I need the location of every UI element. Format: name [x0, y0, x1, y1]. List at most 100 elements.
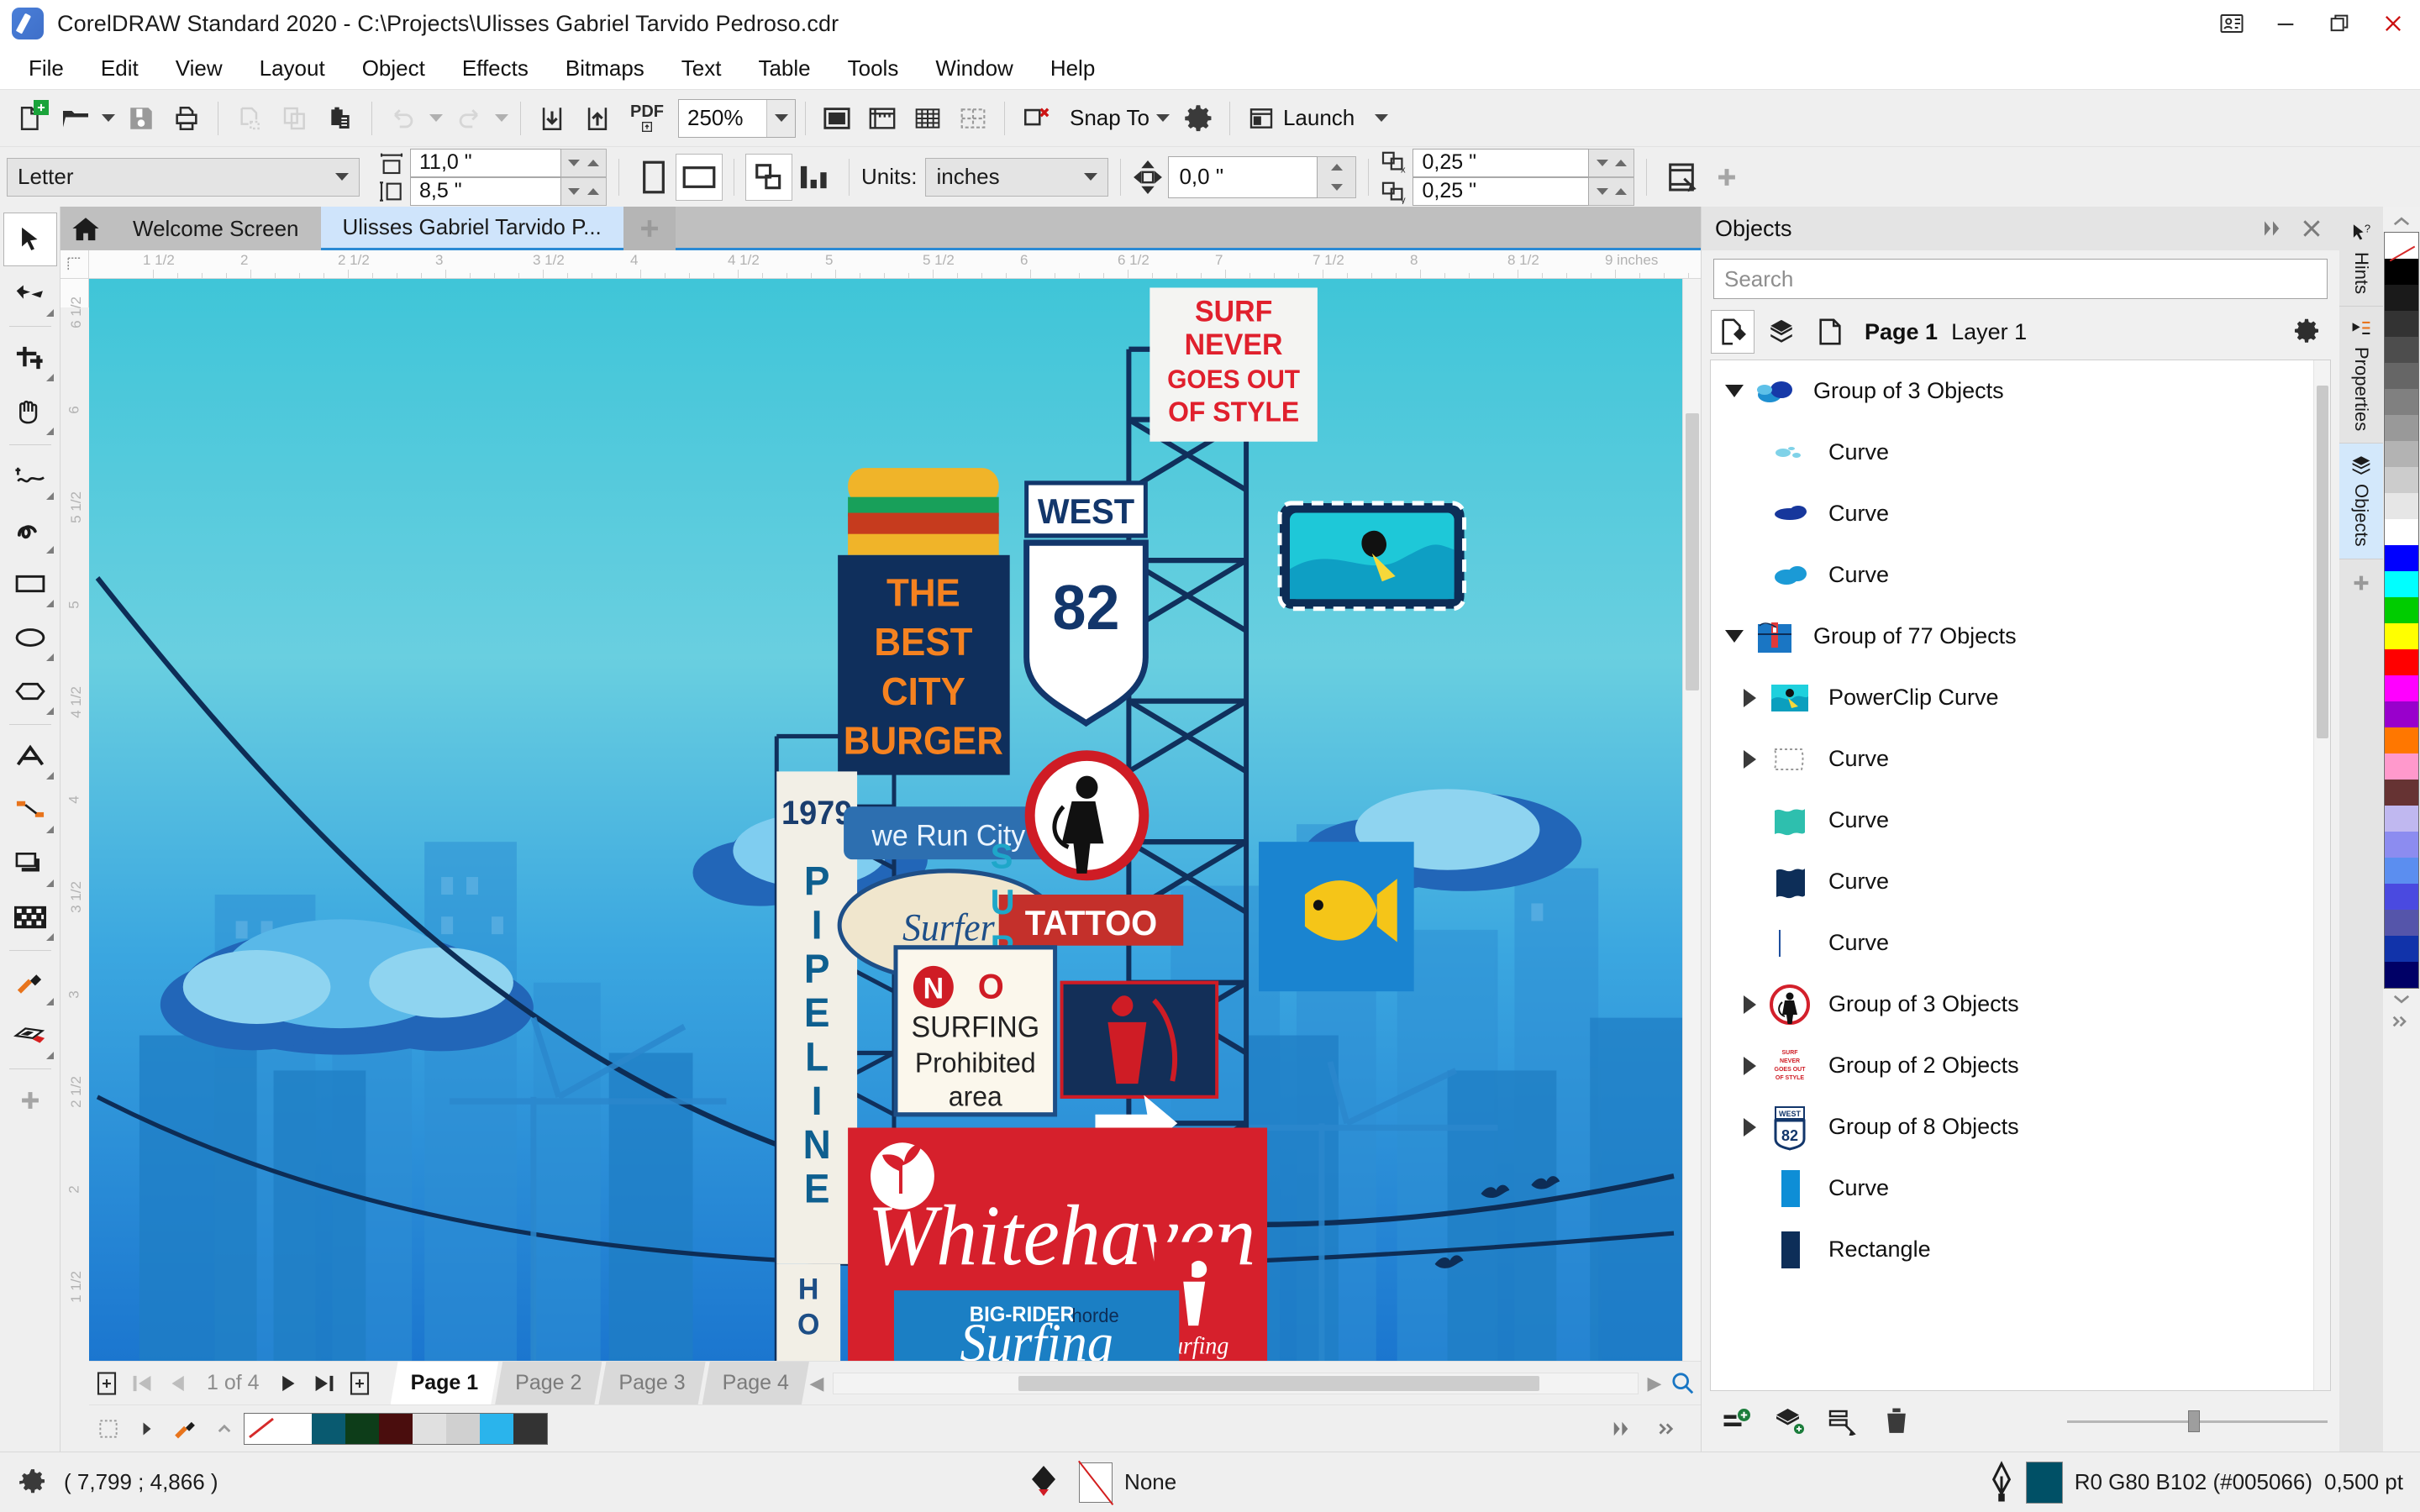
palette-expand-icon[interactable] — [1645, 1410, 1684, 1448]
page-tab-4[interactable]: Page 4 — [702, 1362, 809, 1404]
palette-swatch[interactable] — [2385, 780, 2418, 806]
object-list-item[interactable]: Curve — [1711, 544, 2330, 606]
page-tab-3[interactable]: Page 3 — [598, 1362, 705, 1404]
new-layer-button[interactable] — [1713, 1399, 1757, 1443]
palette-swatch[interactable] — [2385, 884, 2418, 910]
crop-tool[interactable] — [4, 332, 56, 384]
palette-more-right-icon[interactable] — [1602, 1410, 1640, 1448]
palette-swatch[interactable] — [2385, 233, 2418, 259]
palette-swatch[interactable] — [2385, 832, 2418, 858]
palette-scroll-down-icon[interactable] — [2392, 989, 2411, 1011]
show-rulers-icon[interactable] — [860, 97, 904, 140]
artwork-canvas[interactable]: SURF NEVER GOES OUT OF STYLE WEST 82 THE… — [89, 279, 1682, 1361]
snap-to-button[interactable]: Snap To — [1060, 97, 1175, 140]
add-page-button[interactable] — [89, 1362, 124, 1404]
palette-swatch[interactable] — [2385, 806, 2418, 832]
rectangle-tool[interactable] — [4, 558, 56, 610]
show-pages-button[interactable] — [1809, 311, 1851, 353]
page-tab-2[interactable]: Page 2 — [495, 1362, 602, 1404]
palette-swatch[interactable] — [345, 1413, 379, 1444]
last-page-button[interactable] — [307, 1362, 342, 1404]
color-eyedropper-tool[interactable] — [4, 956, 56, 1008]
duplicate-y-input[interactable]: 0,25 " — [1413, 176, 1590, 206]
palette-swatch[interactable] — [2385, 545, 2418, 571]
palette-options-icon[interactable] — [89, 1410, 128, 1448]
object-list-item[interactable]: PowerClip Curve — [1711, 667, 2330, 728]
docker-collapse-icon[interactable] — [2255, 211, 2291, 246]
menu-bitmaps[interactable]: Bitmaps — [547, 50, 663, 87]
outline-pen-icon[interactable] — [1989, 1460, 2014, 1504]
object-list-scrollbar[interactable] — [2313, 360, 2330, 1390]
palette-swatch[interactable] — [245, 1413, 278, 1444]
welcome-home-icon[interactable] — [60, 207, 111, 250]
palette-swatch[interactable] — [513, 1413, 547, 1444]
palette-swatch[interactable] — [2385, 623, 2418, 649]
canvas-viewport[interactable]: SURF NEVER GOES OUT OF STYLE WEST 82 THE… — [89, 279, 1701, 1361]
expander-down-icon[interactable] — [1718, 375, 1751, 408]
palette-swatch[interactable] — [278, 1413, 312, 1444]
palette-collapse-icon[interactable] — [205, 1410, 244, 1448]
cut-icon[interactable] — [228, 97, 271, 140]
object-list-item[interactable]: WEST 82 Group of 8 Objects — [1711, 1096, 2330, 1158]
menu-tools[interactable]: Tools — [829, 50, 918, 87]
menu-object[interactable]: Object — [344, 50, 444, 87]
duplicate-x-input[interactable]: 0,25 " — [1413, 148, 1590, 177]
ellipse-tool[interactable] — [4, 612, 56, 664]
palette-swatch[interactable] — [446, 1413, 480, 1444]
clear-transformations-icon[interactable] — [1014, 97, 1058, 140]
palette-swatch[interactable] — [379, 1413, 413, 1444]
menu-text[interactable]: Text — [663, 50, 740, 87]
pan-tool[interactable] — [4, 386, 56, 438]
palette-swatch[interactable] — [2385, 493, 2418, 519]
menu-view[interactable]: View — [157, 50, 241, 87]
edit-page-button[interactable] — [1659, 155, 1704, 200]
page-width-spinner[interactable] — [561, 148, 607, 177]
expander-right-icon[interactable] — [1733, 1049, 1766, 1083]
open-document-icon[interactable] — [54, 97, 97, 140]
palette-swatch[interactable] — [312, 1413, 345, 1444]
current-page-button[interactable] — [792, 155, 837, 200]
copy-icon[interactable] — [273, 97, 317, 140]
palette-swatch[interactable] — [2385, 285, 2418, 311]
menu-file[interactable]: File — [10, 50, 82, 87]
palette-swatch[interactable] — [2385, 389, 2418, 415]
zoom-level-combo[interactable] — [678, 98, 796, 138]
canvas-horizontal-scrollbar[interactable] — [832, 1372, 1639, 1394]
fill-color-icon[interactable] — [1030, 1461, 1067, 1504]
layer-opacity-slider[interactable] — [2067, 1410, 2328, 1433]
page-tab-1[interactable]: Page 1 — [391, 1362, 499, 1404]
outline-color-swatch[interactable] — [2025, 1461, 2063, 1504]
add-page-end-button[interactable] — [342, 1362, 377, 1404]
fill-none-swatch[interactable] — [1079, 1462, 1113, 1503]
palette-expand-right-icon[interactable] — [2391, 1011, 2412, 1032]
palette-scroll-up-icon[interactable] — [2392, 210, 2411, 232]
expander-down-icon[interactable] — [1718, 620, 1751, 654]
units-select[interactable]: inches — [925, 157, 1109, 197]
expander-right-icon[interactable] — [1733, 681, 1766, 715]
show-object-properties-button[interactable] — [1711, 310, 1754, 354]
all-pages-button[interactable] — [745, 153, 792, 201]
object-list[interactable]: Group of 3 Objects Curve Curve Curve Group o… — [1710, 360, 2331, 1391]
expander-right-icon[interactable] — [1733, 743, 1766, 776]
object-list-item[interactable]: Curve — [1711, 790, 2330, 851]
palette-swatch[interactable] — [2385, 701, 2418, 727]
nudge-distance-input[interactable]: 0,0 " — [1168, 155, 1318, 198]
zoom-level-dropdown[interactable] — [766, 99, 795, 137]
duplicate-x-spinner[interactable] — [1589, 148, 1635, 177]
palette-scroll-right-icon[interactable] — [128, 1410, 166, 1448]
landscape-orientation-button[interactable] — [676, 153, 723, 201]
undo-dropdown[interactable] — [427, 97, 445, 140]
palette-swatch[interactable] — [2385, 649, 2418, 675]
launch-button[interactable]: Launch — [1239, 97, 1393, 140]
zoom-fit-button[interactable] — [1665, 1372, 1701, 1395]
shape-tool[interactable] — [4, 267, 56, 319]
account-icon[interactable] — [2205, 0, 2259, 47]
add-tab-button[interactable] — [623, 207, 676, 250]
vertical-ruler[interactable]: 6 1/2 6 5 1/2 5 4 1/2 4 3 1/2 3 2 1/2 2 1 1/2 — [60, 279, 89, 1303]
rail-tab-hints[interactable]: ? Hints — [2339, 212, 2383, 307]
close-button[interactable] — [2366, 0, 2420, 47]
object-list-item[interactable]: SURF NEVER GOES OUT OF STYLE Group of 2 Obje… — [1711, 1035, 2330, 1096]
palette-swatch[interactable] — [2385, 467, 2418, 493]
page-width-input[interactable]: 11,0 " — [410, 148, 561, 177]
palette-swatch[interactable] — [2385, 727, 2418, 753]
